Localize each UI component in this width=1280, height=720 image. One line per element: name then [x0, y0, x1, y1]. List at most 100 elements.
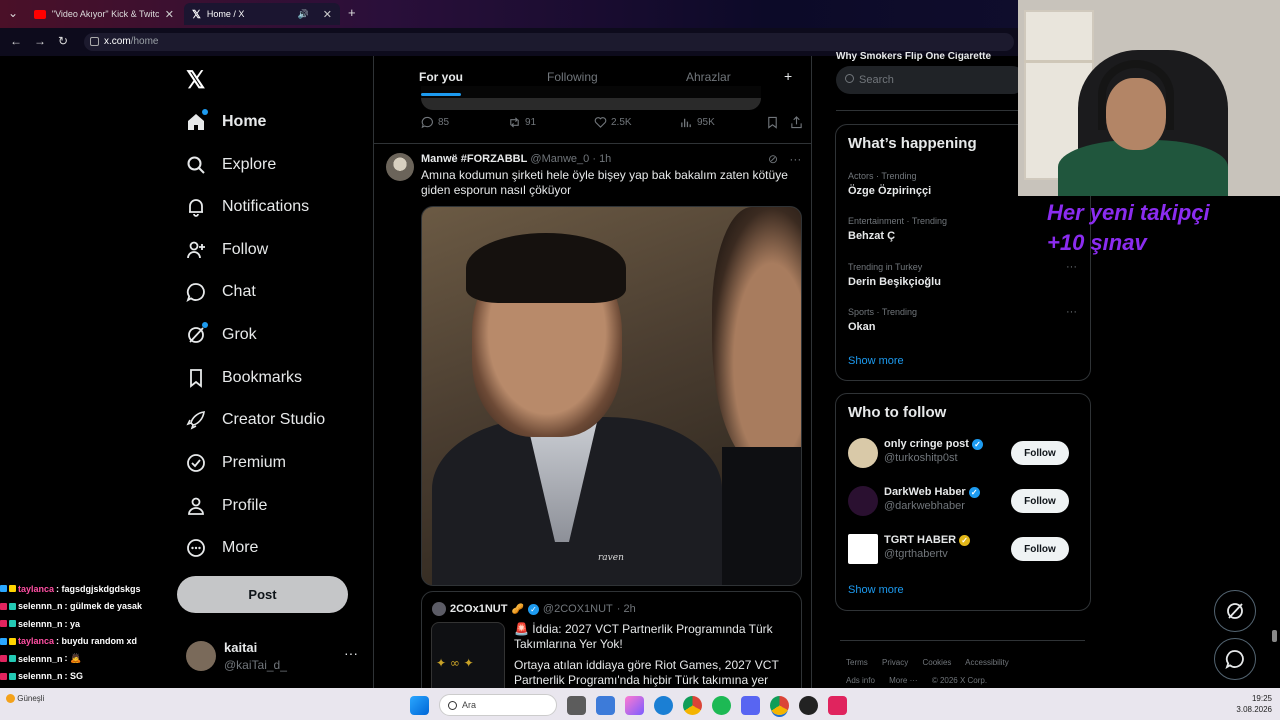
trend-name: Özge Özpirinççi	[848, 185, 932, 197]
nav-item-premium[interactable]: Premium	[186, 448, 286, 478]
nav-item-follow[interactable]: Follow	[186, 235, 268, 265]
post-button[interactable]: Post	[177, 576, 348, 613]
back-icon[interactable]: ←	[10, 34, 22, 48]
nav-item-profile[interactable]: Profile	[186, 491, 267, 521]
tweet-author-handle[interactable]: @Manwe_0	[530, 153, 589, 165]
forward-icon[interactable]: →	[34, 34, 46, 48]
chrome-active-icon[interactable]	[770, 695, 789, 715]
chat-badge-icon	[0, 655, 7, 663]
reload-icon[interactable]: ↻	[58, 34, 68, 48]
browser-tab-home-x[interactable]: 𝕏 Home / X 🔊 ✕	[184, 3, 340, 25]
views-button[interactable]: 95K	[680, 116, 715, 129]
person-add-icon	[186, 240, 206, 260]
nav-item-grok[interactable]: Grok	[186, 320, 257, 350]
nav-item-bookmarks[interactable]: Bookmarks	[186, 363, 302, 393]
reply-button[interactable]: 85	[421, 116, 449, 129]
footer-link[interactable]: Accessibility	[965, 658, 1009, 667]
taskbar-apps: Ara	[410, 694, 847, 716]
trend-more-icon[interactable]: ···	[1066, 306, 1077, 318]
app-icon[interactable]	[828, 695, 847, 715]
spotify-icon[interactable]	[712, 695, 731, 715]
who-to-follow-show-more-link[interactable]: Show more	[848, 584, 904, 596]
copilot-icon[interactable]	[625, 695, 644, 715]
svg-text:✦ ∞ ✦: ✦ ∞ ✦	[436, 656, 474, 670]
obs-icon[interactable]	[799, 695, 818, 715]
nav-item-more[interactable]: More	[186, 533, 258, 563]
tab-list-chevron-icon[interactable]: ⌄	[8, 6, 18, 20]
trends-show-more-link[interactable]: Show more	[848, 355, 904, 367]
messages-floating-button[interactable]	[1214, 638, 1256, 680]
task-view-icon[interactable]	[567, 695, 586, 715]
discord-icon[interactable]	[741, 695, 760, 715]
quoted-tweet[interactable]: 2COx1NUT 🥜 ✓ @2COX1NUT · 2h ✦ ∞ ✦ 🚨 İddi…	[421, 591, 802, 688]
avatar	[848, 486, 878, 516]
tab-ahrazlar[interactable]: Ahrazlar	[686, 56, 731, 98]
overlay-line: +10 şınav	[1047, 230, 1147, 255]
repost-icon	[510, 117, 519, 128]
nav-item-explore[interactable]: Explore	[186, 150, 276, 180]
trend-item[interactable]: Actors · Trending Özge Özpirinççi	[848, 171, 931, 197]
tweet-media-video[interactable]: raven	[421, 206, 802, 586]
like-button[interactable]: 2.5K	[594, 116, 632, 129]
nav-item-creator-studio[interactable]: Creator Studio	[186, 405, 325, 435]
person-icon	[186, 496, 206, 516]
clock-time: 19:25	[1251, 694, 1272, 703]
speaker-icon[interactable]: 🔊	[298, 9, 309, 20]
scrollbar-thumb[interactable]	[1272, 630, 1277, 642]
browser-tab-video[interactable]: "Video Akıyor" Kick & Twitch K ✕	[26, 3, 182, 25]
system-clock[interactable]: 19:25 3.08.2026	[1228, 693, 1272, 715]
trend-more-icon[interactable]: ···	[1066, 261, 1077, 273]
footer-link[interactable]: More ···	[889, 676, 917, 685]
tab-for-you[interactable]: For you	[419, 56, 463, 98]
windows-start-icon[interactable]	[410, 695, 429, 715]
nav-item-chat[interactable]: Chat	[186, 277, 256, 307]
url-field[interactable]: x.com/home	[84, 33, 1014, 51]
chat-message: selennn_n: 🙇	[0, 650, 180, 668]
search-input[interactable]: Search	[836, 66, 1026, 94]
edge-icon[interactable]	[654, 695, 673, 715]
grok-explain-icon[interactable]: ⊘	[768, 152, 778, 166]
x-logo-icon[interactable]: 𝕏	[186, 66, 205, 95]
account-more-icon[interactable]: ···	[344, 645, 358, 661]
tweet-author-name[interactable]: Manwë #FORZABBL	[421, 153, 527, 165]
close-tab-icon[interactable]: ✕	[323, 8, 332, 21]
new-tab-icon[interactable]: +	[348, 5, 356, 20]
account-switcher[interactable]: kaitai @kaiTai_d_	[186, 640, 287, 672]
repost-button[interactable]: 91	[508, 116, 536, 129]
nav-item-notifications[interactable]: Notifications	[186, 192, 309, 222]
share-button[interactable]	[790, 116, 803, 129]
footer-link[interactable]: Privacy	[882, 658, 908, 667]
taskbar-search[interactable]: Ara	[439, 694, 557, 716]
bookmark-button[interactable]	[766, 116, 779, 129]
follow-button[interactable]: Follow	[1011, 489, 1069, 513]
chat-text: : ya	[64, 618, 81, 629]
add-tab-icon[interactable]: +	[784, 68, 792, 84]
site-info-icon[interactable]	[90, 37, 99, 46]
more-icon[interactable]: ···	[789, 152, 801, 166]
nav-item-home[interactable]: Home	[186, 107, 266, 137]
nav-label: Chat	[222, 283, 256, 300]
close-tab-icon[interactable]: ✕	[165, 8, 174, 21]
trend-item[interactable]: Trending in Turkey Derin Beşikçioğlu	[848, 262, 941, 288]
footer-link[interactable]: Terms	[846, 658, 868, 667]
chrome-icon[interactable]	[683, 695, 702, 715]
sun-icon	[6, 694, 15, 704]
trend-item[interactable]: Sports · Trending Okan	[848, 307, 917, 333]
grok-floating-button[interactable]	[1214, 590, 1256, 632]
webcam-scene	[1024, 60, 1094, 63]
mail-icon[interactable]	[596, 695, 615, 715]
verified-badge-icon: ✓	[971, 438, 983, 450]
follow-button[interactable]: Follow	[1011, 441, 1069, 465]
weather-widget[interactable]: Güneşli	[6, 694, 44, 704]
avatar[interactable]	[386, 153, 414, 181]
footer-link[interactable]: Cookies	[922, 658, 951, 667]
chat-badge-icon	[9, 620, 16, 628]
chat-username: taylanca	[18, 636, 55, 647]
notification-dot	[202, 322, 208, 328]
follow-button[interactable]: Follow	[1011, 537, 1069, 561]
footer-link[interactable]: Ads info	[846, 676, 875, 685]
tweet-time[interactable]: · 1h	[592, 153, 611, 165]
tab-following[interactable]: Following	[547, 56, 598, 98]
trend-item[interactable]: Entertainment · Trending Behzat Ç	[848, 216, 947, 242]
trend-context: Sports · Trending	[848, 307, 918, 317]
